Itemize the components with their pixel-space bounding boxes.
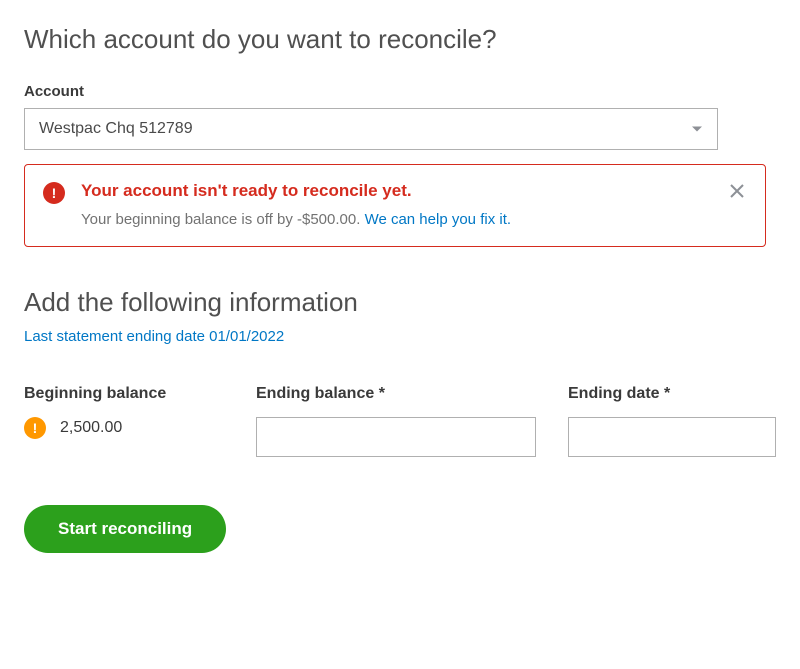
- account-select[interactable]: Westpac Chq 512789: [24, 108, 718, 150]
- last-statement-link[interactable]: Last statement ending date 01/01/2022: [24, 328, 284, 345]
- start-reconciling-button[interactable]: Start reconciling: [24, 505, 226, 553]
- page-title: Which account do you want to reconcile?: [24, 24, 776, 55]
- ending-date-input[interactable]: [568, 417, 776, 457]
- ending-balance-label: Ending balance *: [256, 385, 536, 403]
- alert-fix-link[interactable]: We can help you fix it.: [365, 211, 511, 228]
- alert-error-icon: !: [43, 182, 65, 204]
- alert-title: Your account isn't ready to reconcile ye…: [81, 181, 711, 201]
- beginning-balance-value: 2,500.00: [60, 419, 122, 437]
- section-title: Add the following information: [24, 287, 776, 318]
- account-label: Account: [24, 83, 776, 100]
- beginning-balance-label: Beginning balance: [24, 385, 224, 403]
- warning-icon: !: [24, 417, 46, 439]
- close-icon[interactable]: [727, 181, 747, 201]
- alert-banner: ! Your account isn't ready to reconcile …: [24, 164, 766, 247]
- chevron-down-icon: [692, 127, 702, 132]
- alert-message: Your beginning balance is off by -$500.0…: [81, 211, 711, 228]
- account-select-value: Westpac Chq 512789: [39, 120, 193, 138]
- ending-date-label: Ending date *: [568, 385, 776, 403]
- ending-balance-input[interactable]: [256, 417, 536, 457]
